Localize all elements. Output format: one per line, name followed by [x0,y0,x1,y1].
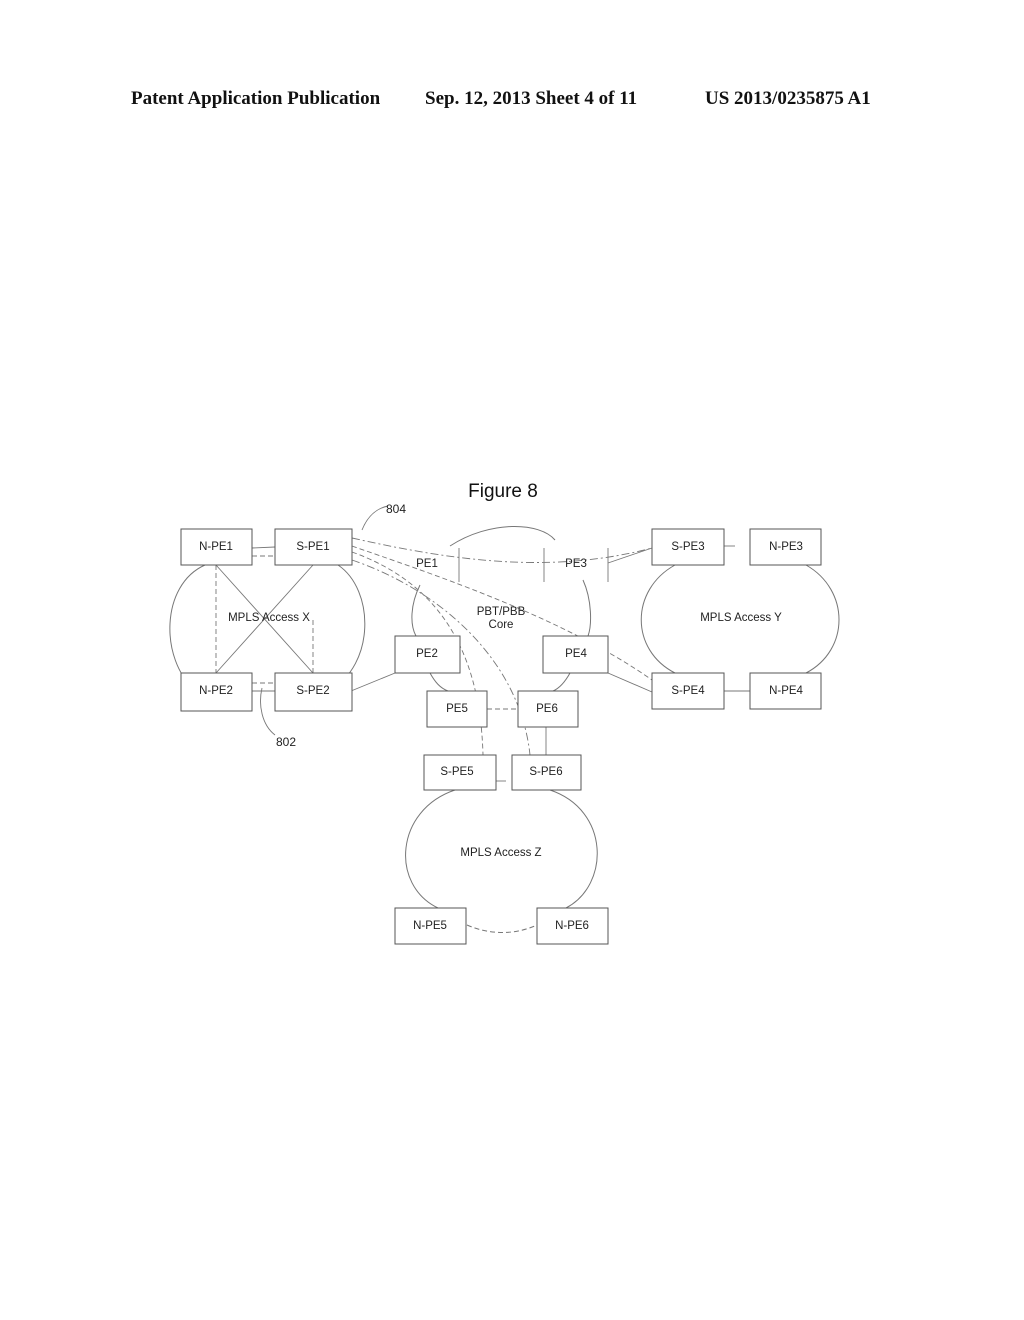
cloud-z-bottom-arc [466,924,538,933]
label-pe1: PE1 [416,558,438,570]
svg-text:N-PE3: N-PE3 [769,541,803,553]
svg-text:S-PE6: S-PE6 [529,766,562,778]
label-pe3: PE3 [565,558,587,570]
node-pe2: PE2 [394,635,461,674]
node-spe2: S-PE2 [274,672,353,712]
svg-text:PE2: PE2 [416,648,438,660]
node-npe3: N-PE3 [749,528,822,566]
label-mpls-access-x: MPLS Access X [228,612,310,624]
link-pe3-spe3 [607,547,653,564]
node-npe4: N-PE4 [749,672,822,710]
figure-8-diagram: Figure 8 N-PE1 S-PE1 N-PE2 S-PE2 S-PE3 N… [169,481,840,945]
link-npe1-spe1-a [251,546,276,549]
cloud-y-right-arc [805,564,840,674]
svg-text:N-PE4: N-PE4 [769,685,803,697]
core-bottom-left-arc [429,672,449,692]
core-top-arc [449,526,556,547]
label-core-line2: Core [489,619,514,631]
node-npe1: N-PE1 [180,528,253,566]
svg-text:N-PE1: N-PE1 [199,541,233,553]
ref-804-leader [361,505,389,531]
ref-802-leader [260,687,276,736]
cloud-x-left-arc [169,564,206,691]
ref-804: 804 [386,502,406,516]
link-spe2-pe2 [350,672,396,692]
svg-text:N-PE2: N-PE2 [199,685,233,697]
node-spe5: S-PE5 [423,754,497,791]
label-core-line1: PBT/PBB [477,606,526,618]
node-npe6: N-PE6 [536,907,609,945]
svg-text:PE5: PE5 [446,703,468,715]
core-left-arc [411,584,421,637]
core-bottom-right-arc [552,672,571,692]
svg-text:S-PE5: S-PE5 [440,766,473,778]
svg-text:S-PE2: S-PE2 [296,685,329,697]
node-pe5: PE5 [426,690,488,728]
cloud-x-right-arc [329,564,366,691]
node-npe2: N-PE2 [180,672,253,712]
cloud-z-right-arc [549,789,598,909]
figure-title: Figure 8 [468,481,538,502]
svg-text:PE6: PE6 [536,703,558,715]
svg-text:N-PE5: N-PE5 [413,920,447,932]
core-right-arc [582,579,592,637]
pw-spe1-spe3 [351,537,653,563]
cloud-mpls-access-x [169,564,366,691]
node-spe1: S-PE1 [274,528,353,566]
node-spe6: S-PE6 [511,754,582,791]
label-mpls-access-z: MPLS Access Z [460,847,541,859]
cloud-y-left-arc [640,564,676,674]
svg-text:S-PE3: S-PE3 [671,541,704,553]
svg-text:S-PE1: S-PE1 [296,541,329,553]
svg-text:N-PE6: N-PE6 [555,920,589,932]
ref-802: 802 [276,735,296,749]
node-pe6: PE6 [517,690,579,728]
node-pe4: PE4 [542,635,609,674]
node-spe3: S-PE3 [651,528,725,566]
node-npe5: N-PE5 [394,907,467,945]
cloud-z-left-arc [405,789,456,909]
node-spe4: S-PE4 [651,672,725,710]
svg-text:S-PE4: S-PE4 [671,685,705,697]
label-mpls-access-y: MPLS Access Y [700,612,782,624]
svg-text:PE4: PE4 [565,648,587,660]
